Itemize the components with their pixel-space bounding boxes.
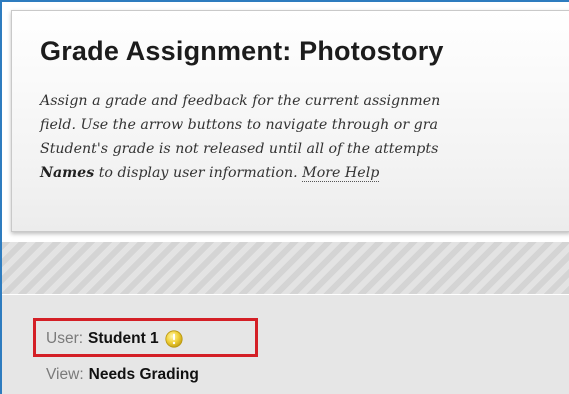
instructions-line: Assign a grade and feedback for the curr…	[40, 93, 441, 109]
view-label: View:	[46, 366, 84, 383]
page-title: Grade Assignment: Photostory	[40, 36, 444, 66]
instructions-bold-term: Names	[40, 165, 95, 181]
more-help-link[interactable]: More Help	[302, 165, 380, 182]
striped-divider	[2, 242, 569, 294]
instructions-line: Names to display user information. More …	[40, 161, 569, 185]
instructions-line: Student's grade is not released until al…	[40, 141, 439, 157]
instructions-line: field. Use the arrow buttons to navigate…	[40, 117, 438, 133]
user-value: Student 1	[88, 330, 159, 347]
user-label: User:	[46, 330, 84, 347]
instructions-text: Assign a grade and feedback for the curr…	[40, 89, 569, 185]
warning-icon[interactable]	[165, 330, 183, 348]
view-value: Needs Grading	[88, 366, 199, 383]
instructions-line-text: to display user information.	[94, 165, 303, 181]
view-row: View: Needs Grading	[46, 364, 199, 386]
user-row: User: Student 1	[46, 328, 183, 350]
